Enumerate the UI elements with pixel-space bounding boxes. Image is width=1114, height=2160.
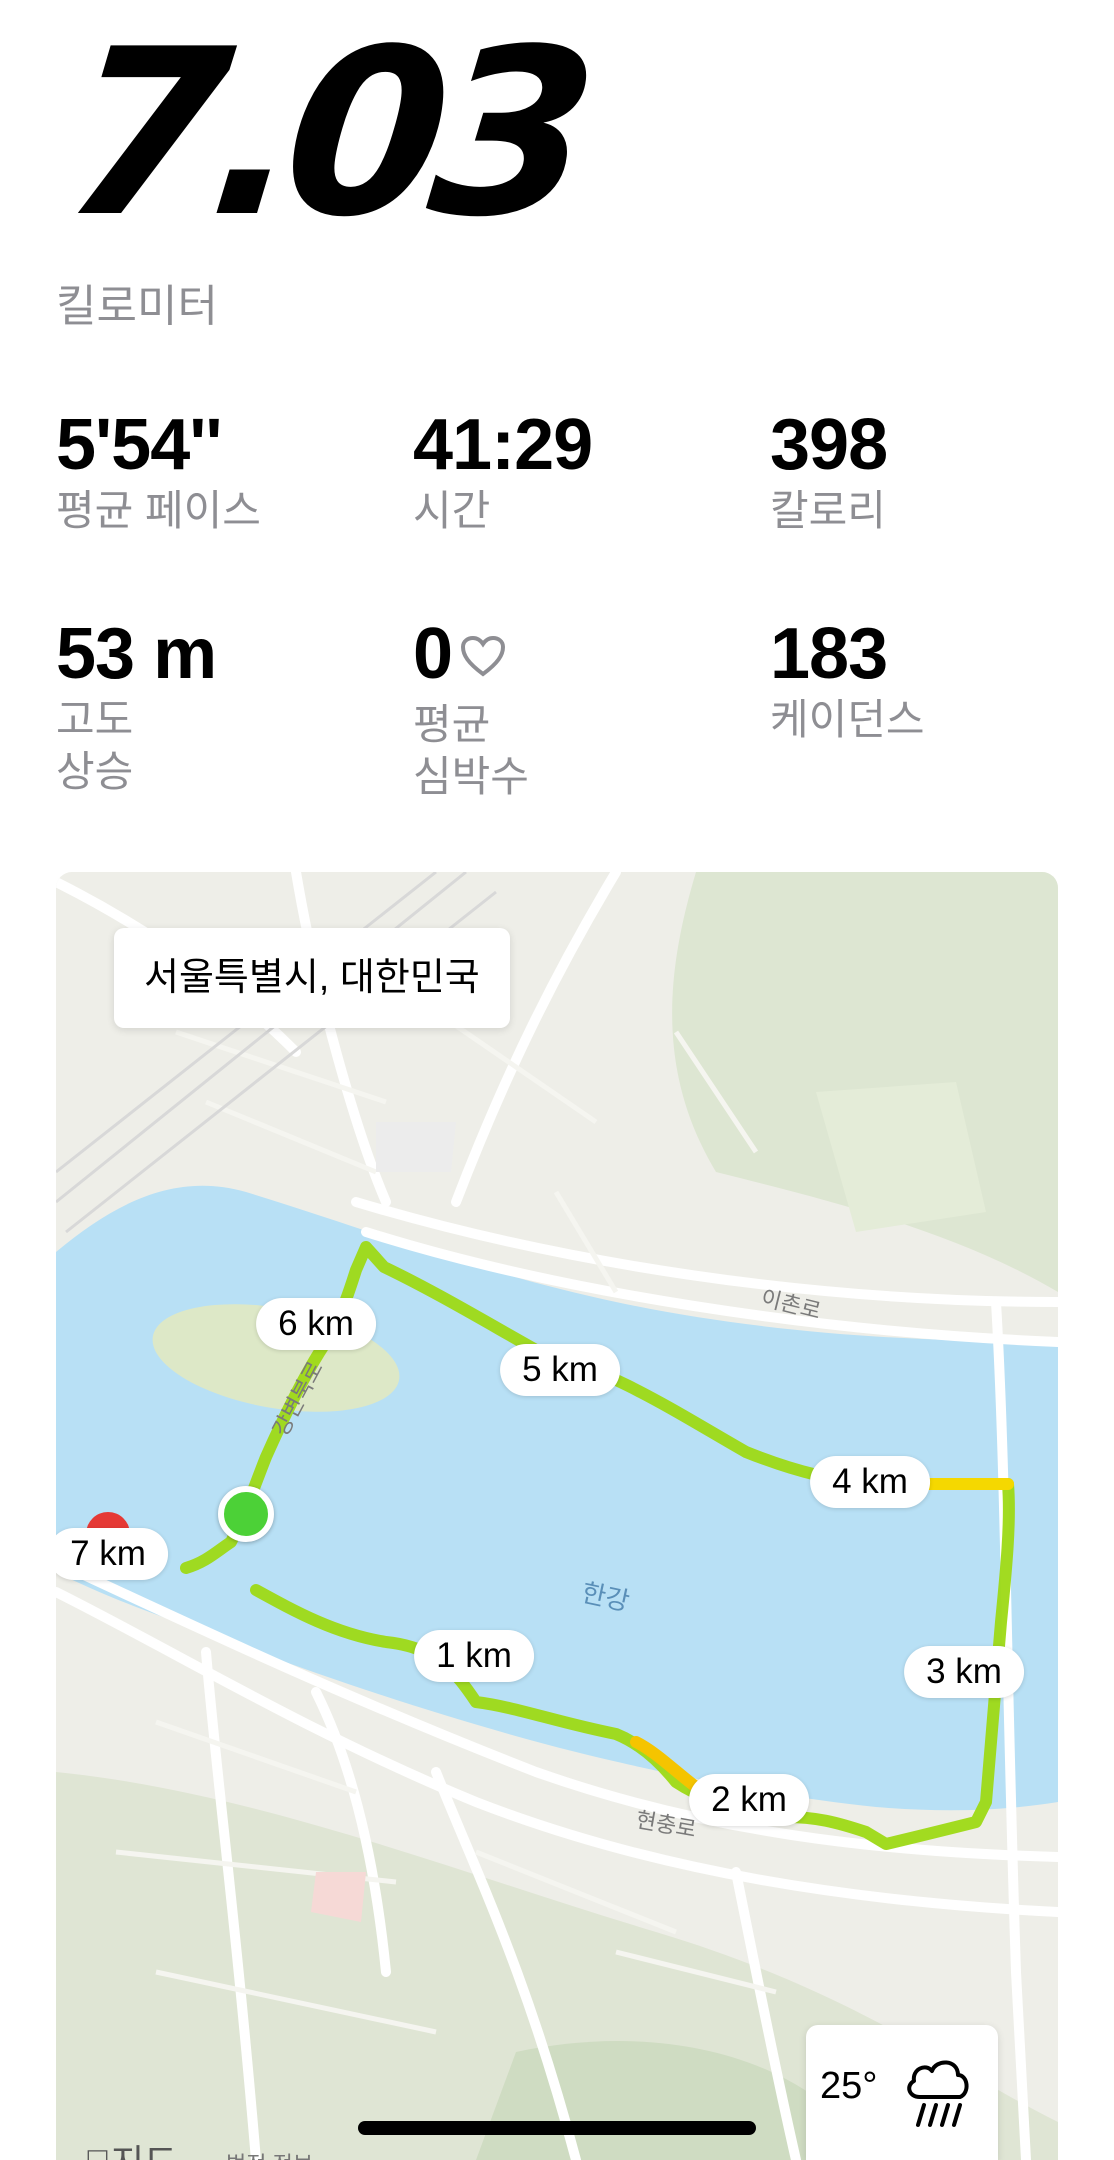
elevation-label-line2: 상승 bbox=[56, 748, 134, 795]
distance-unit: 킬로미터 bbox=[56, 282, 218, 331]
km-marker-7: 7 km bbox=[56, 1528, 168, 1580]
stat-calories: 398 칼로리 bbox=[770, 405, 888, 537]
stat-cadence: 183 케이던스 bbox=[770, 614, 925, 746]
temperature-value: 25° bbox=[820, 2065, 878, 2107]
km-marker-1: 1 km bbox=[414, 1630, 534, 1682]
heart-icon bbox=[460, 613, 506, 693]
km-marker-4: 4 km bbox=[810, 1456, 930, 1508]
calories-label: 칼로리 bbox=[770, 487, 886, 534]
km-marker-5: 5 km bbox=[500, 1344, 620, 1396]
maps-brand: 지도 bbox=[84, 2134, 177, 2160]
start-point-marker bbox=[218, 1486, 274, 1542]
legal-link[interactable]: 법적 정보 bbox=[226, 2147, 313, 2160]
apple-logo-icon:  bbox=[84, 2142, 111, 2160]
elevation-value: 53 m bbox=[56, 614, 217, 694]
home-indicator[interactable] bbox=[358, 2121, 756, 2135]
stat-avg-pace: 5'54'' 평균 페이스 bbox=[56, 405, 261, 537]
stat-heart-rate: 0 평균 심박수 bbox=[413, 614, 529, 803]
heart-rate-value: 0 bbox=[413, 614, 453, 694]
heart-rate-label-line2: 심박수 bbox=[413, 752, 529, 800]
stat-time: 41:29 시간 bbox=[413, 405, 593, 537]
km-marker-2: 2 km bbox=[689, 1774, 809, 1826]
calories-value: 398 bbox=[770, 405, 888, 485]
cadence-label: 케이던스 bbox=[770, 696, 925, 743]
route-map[interactable]: 서울특별시, 대한민국 이촌로 현충로 강변북로 한강 6 km 5 km 4 … bbox=[56, 872, 1058, 2160]
location-label: 서울특별시, 대한민국 bbox=[114, 928, 510, 1028]
stat-elevation: 53 m 고도 상승 bbox=[56, 614, 217, 798]
weather-badge: 25° bbox=[806, 2025, 998, 2160]
map-canvas bbox=[56, 872, 1058, 2160]
cadence-value: 183 bbox=[770, 614, 888, 694]
time-value: 41:29 bbox=[413, 405, 593, 485]
maps-brand-text: 지도 bbox=[111, 2142, 177, 2160]
avg-pace-value: 5'54'' bbox=[56, 405, 222, 485]
km-marker-3: 3 km bbox=[904, 1646, 1024, 1698]
time-label: 시간 bbox=[413, 487, 491, 534]
km-marker-6: 6 km bbox=[256, 1298, 376, 1350]
avg-pace-label: 평균 페이스 bbox=[56, 487, 261, 534]
distance-value: 7.03 bbox=[54, 1, 594, 268]
heart-rate-label-line1: 평균 bbox=[413, 700, 491, 748]
elevation-label-line1: 고도 bbox=[56, 696, 134, 743]
